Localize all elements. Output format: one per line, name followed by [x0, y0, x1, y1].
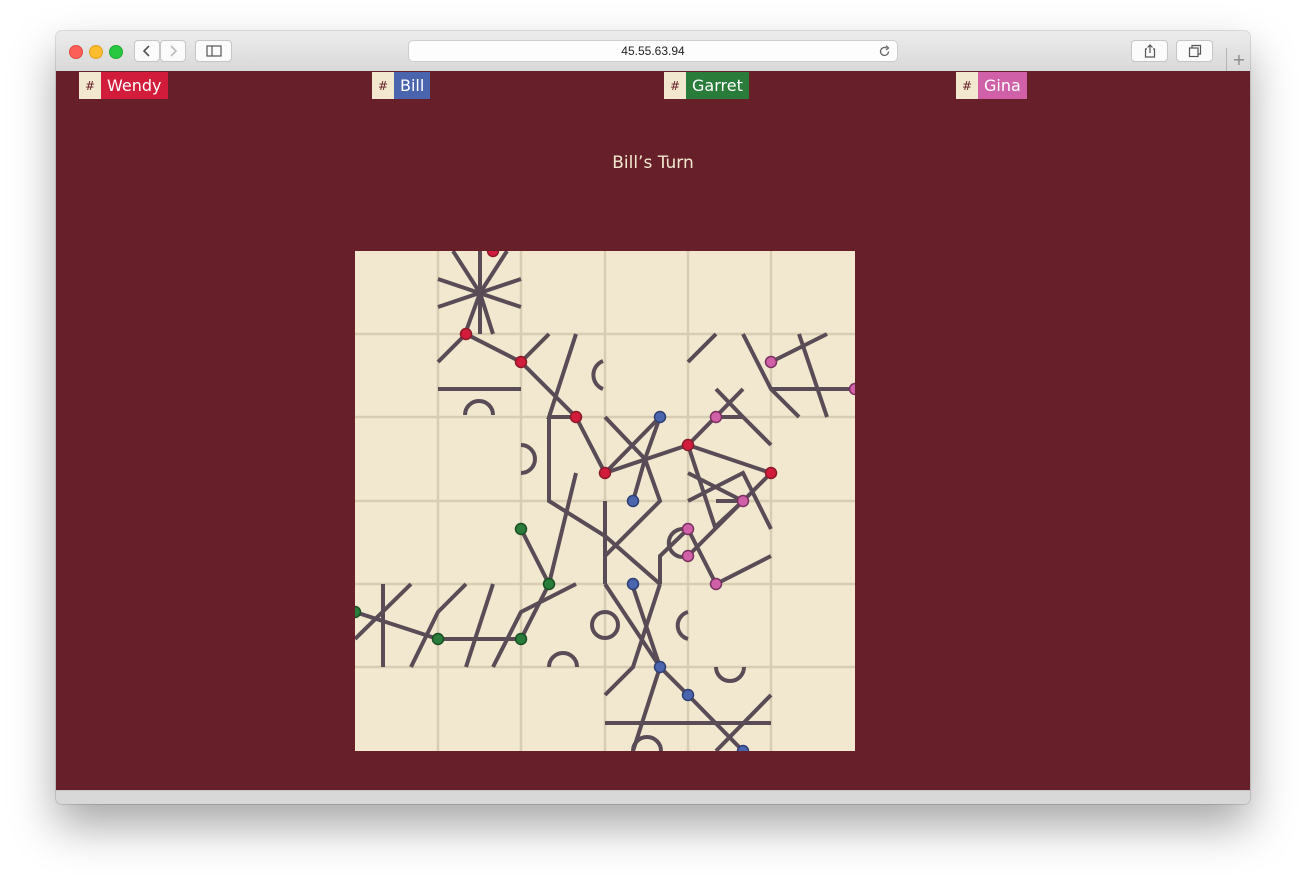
sidebar-icon	[205, 45, 222, 57]
minimize-window-button[interactable]	[89, 45, 103, 59]
player-hash-icon: #	[372, 72, 394, 99]
plus-icon: +	[1232, 50, 1246, 69]
player-tag-bill: # Bill	[372, 72, 431, 99]
share-icon	[1144, 44, 1155, 58]
player-tag-gina: # Gina	[956, 72, 1027, 99]
chevron-right-icon	[170, 45, 178, 57]
reload-icon[interactable]	[878, 44, 891, 64]
game-board[interactable]	[355, 251, 855, 751]
game-page: # Wendy # Bill # Garret # Gina Bill’s Tu…	[56, 71, 1250, 790]
player-hash-icon: #	[664, 72, 686, 99]
new-tab-button[interactable]: +	[1226, 48, 1250, 71]
address-text: 45.55.63.94	[621, 44, 685, 58]
close-window-button[interactable]	[69, 45, 83, 59]
player-hash-icon: #	[79, 72, 101, 99]
forward-button[interactable]	[160, 40, 186, 62]
player-name: Wendy	[101, 72, 168, 99]
share-button[interactable]	[1131, 40, 1168, 62]
player-name: Bill	[394, 72, 431, 99]
player-hash-icon: #	[956, 72, 978, 99]
tabs-overview-button[interactable]	[1176, 40, 1213, 62]
address-bar[interactable]: 45.55.63.94	[408, 40, 898, 62]
player-name: Garret	[686, 72, 749, 99]
browser-status-bar	[56, 790, 1250, 804]
browser-window: 45.55.63.94 + # Wendy # Bill # Garret # …	[56, 31, 1250, 804]
player-name: Gina	[978, 72, 1027, 99]
zoom-window-button[interactable]	[109, 45, 123, 59]
sidebar-toggle-button[interactable]	[195, 40, 232, 62]
player-tag-wendy: # Wendy	[79, 72, 168, 99]
tabs-icon	[1188, 44, 1201, 58]
browser-toolbar: 45.55.63.94 +	[56, 31, 1250, 72]
chevron-left-icon	[142, 45, 150, 57]
back-button[interactable]	[134, 40, 160, 62]
turn-indicator: Bill’s Turn	[612, 153, 694, 173]
player-tag-garret: # Garret	[664, 72, 749, 99]
